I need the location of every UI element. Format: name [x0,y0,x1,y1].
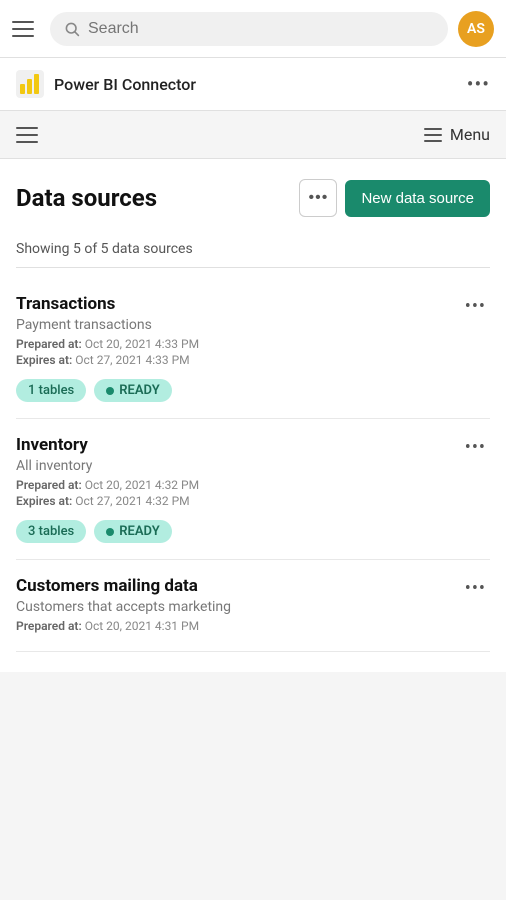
ds-status-tag: READY [94,379,171,402]
ds-header: Inventory All inventory Prepared at: Oct… [16,435,490,510]
ds-more-button[interactable]: ••• [461,294,490,320]
ds-name: Customers mailing data [16,576,461,596]
nav-menu-label: Menu [450,125,490,144]
status-dot [106,528,114,536]
ds-info: Inventory All inventory Prepared at: Oct… [16,435,461,510]
ds-tables-tag: 1 tables [16,379,86,402]
ds-expires: Expires at: Oct 27, 2021 4:33 PM [16,353,461,367]
app-header-left: Power BI Connector [16,70,196,98]
ds-prepared: Prepared at: Oct 20, 2021 4:31 PM [16,619,461,633]
app-more-button[interactable]: ••• [467,72,490,96]
nav-menu-icon [424,128,442,142]
search-box[interactable] [50,12,448,46]
ds-more-button[interactable]: ••• [461,576,490,602]
powerbi-icon [16,70,44,98]
nav-menu-button[interactable]: Menu [424,125,490,144]
top-bar: AS [0,0,506,58]
page-header-actions: ••• New data source [299,179,490,217]
ds-header: Customers mailing data Customers that ac… [16,576,490,635]
ds-tags: 3 tables READY [16,520,490,543]
app-title: Power BI Connector [54,75,196,94]
data-source-list: Transactions Payment transactions Prepar… [16,278,490,652]
status-dot [106,387,114,395]
divider-top [16,267,490,268]
ds-info: Customers mailing data Customers that ac… [16,576,461,635]
app-header: Power BI Connector ••• [0,58,506,111]
ds-description: Customers that accepts marketing [16,599,461,615]
ds-tags: 1 tables READY [16,379,490,402]
ds-prepared: Prepared at: Oct 20, 2021 4:33 PM [16,337,461,351]
page-header: Data sources ••• New data source [16,179,490,217]
ds-prepared: Prepared at: Oct 20, 2021 4:32 PM [16,478,461,492]
search-input[interactable] [88,20,434,38]
avatar[interactable]: AS [458,11,494,47]
options-button[interactable]: ••• [299,179,337,217]
ds-more-button[interactable]: ••• [461,435,490,461]
search-icon [64,21,80,37]
main-content: Data sources ••• New data source Showing… [0,159,506,672]
nav-bar: Menu [0,111,506,159]
ds-name: Transactions [16,294,461,314]
data-source-item[interactable]: Customers mailing data Customers that ac… [16,560,490,652]
ds-header: Transactions Payment transactions Prepar… [16,294,490,369]
ds-description: Payment transactions [16,317,461,333]
page-title: Data sources [16,184,157,212]
hamburger-menu-icon[interactable] [12,15,40,43]
ds-tables-tag: 3 tables [16,520,86,543]
nav-hamburger-icon[interactable] [16,127,38,143]
ds-expires: Expires at: Oct 27, 2021 4:32 PM [16,494,461,508]
ds-status-tag: READY [94,520,171,543]
ds-info: Transactions Payment transactions Prepar… [16,294,461,369]
data-source-item[interactable]: Inventory All inventory Prepared at: Oct… [16,419,490,560]
summary-text: Showing 5 of 5 data sources [16,241,490,257]
ds-name: Inventory [16,435,461,455]
ds-description: All inventory [16,458,461,474]
data-source-item[interactable]: Transactions Payment transactions Prepar… [16,278,490,419]
new-data-source-button[interactable]: New data source [345,180,490,217]
